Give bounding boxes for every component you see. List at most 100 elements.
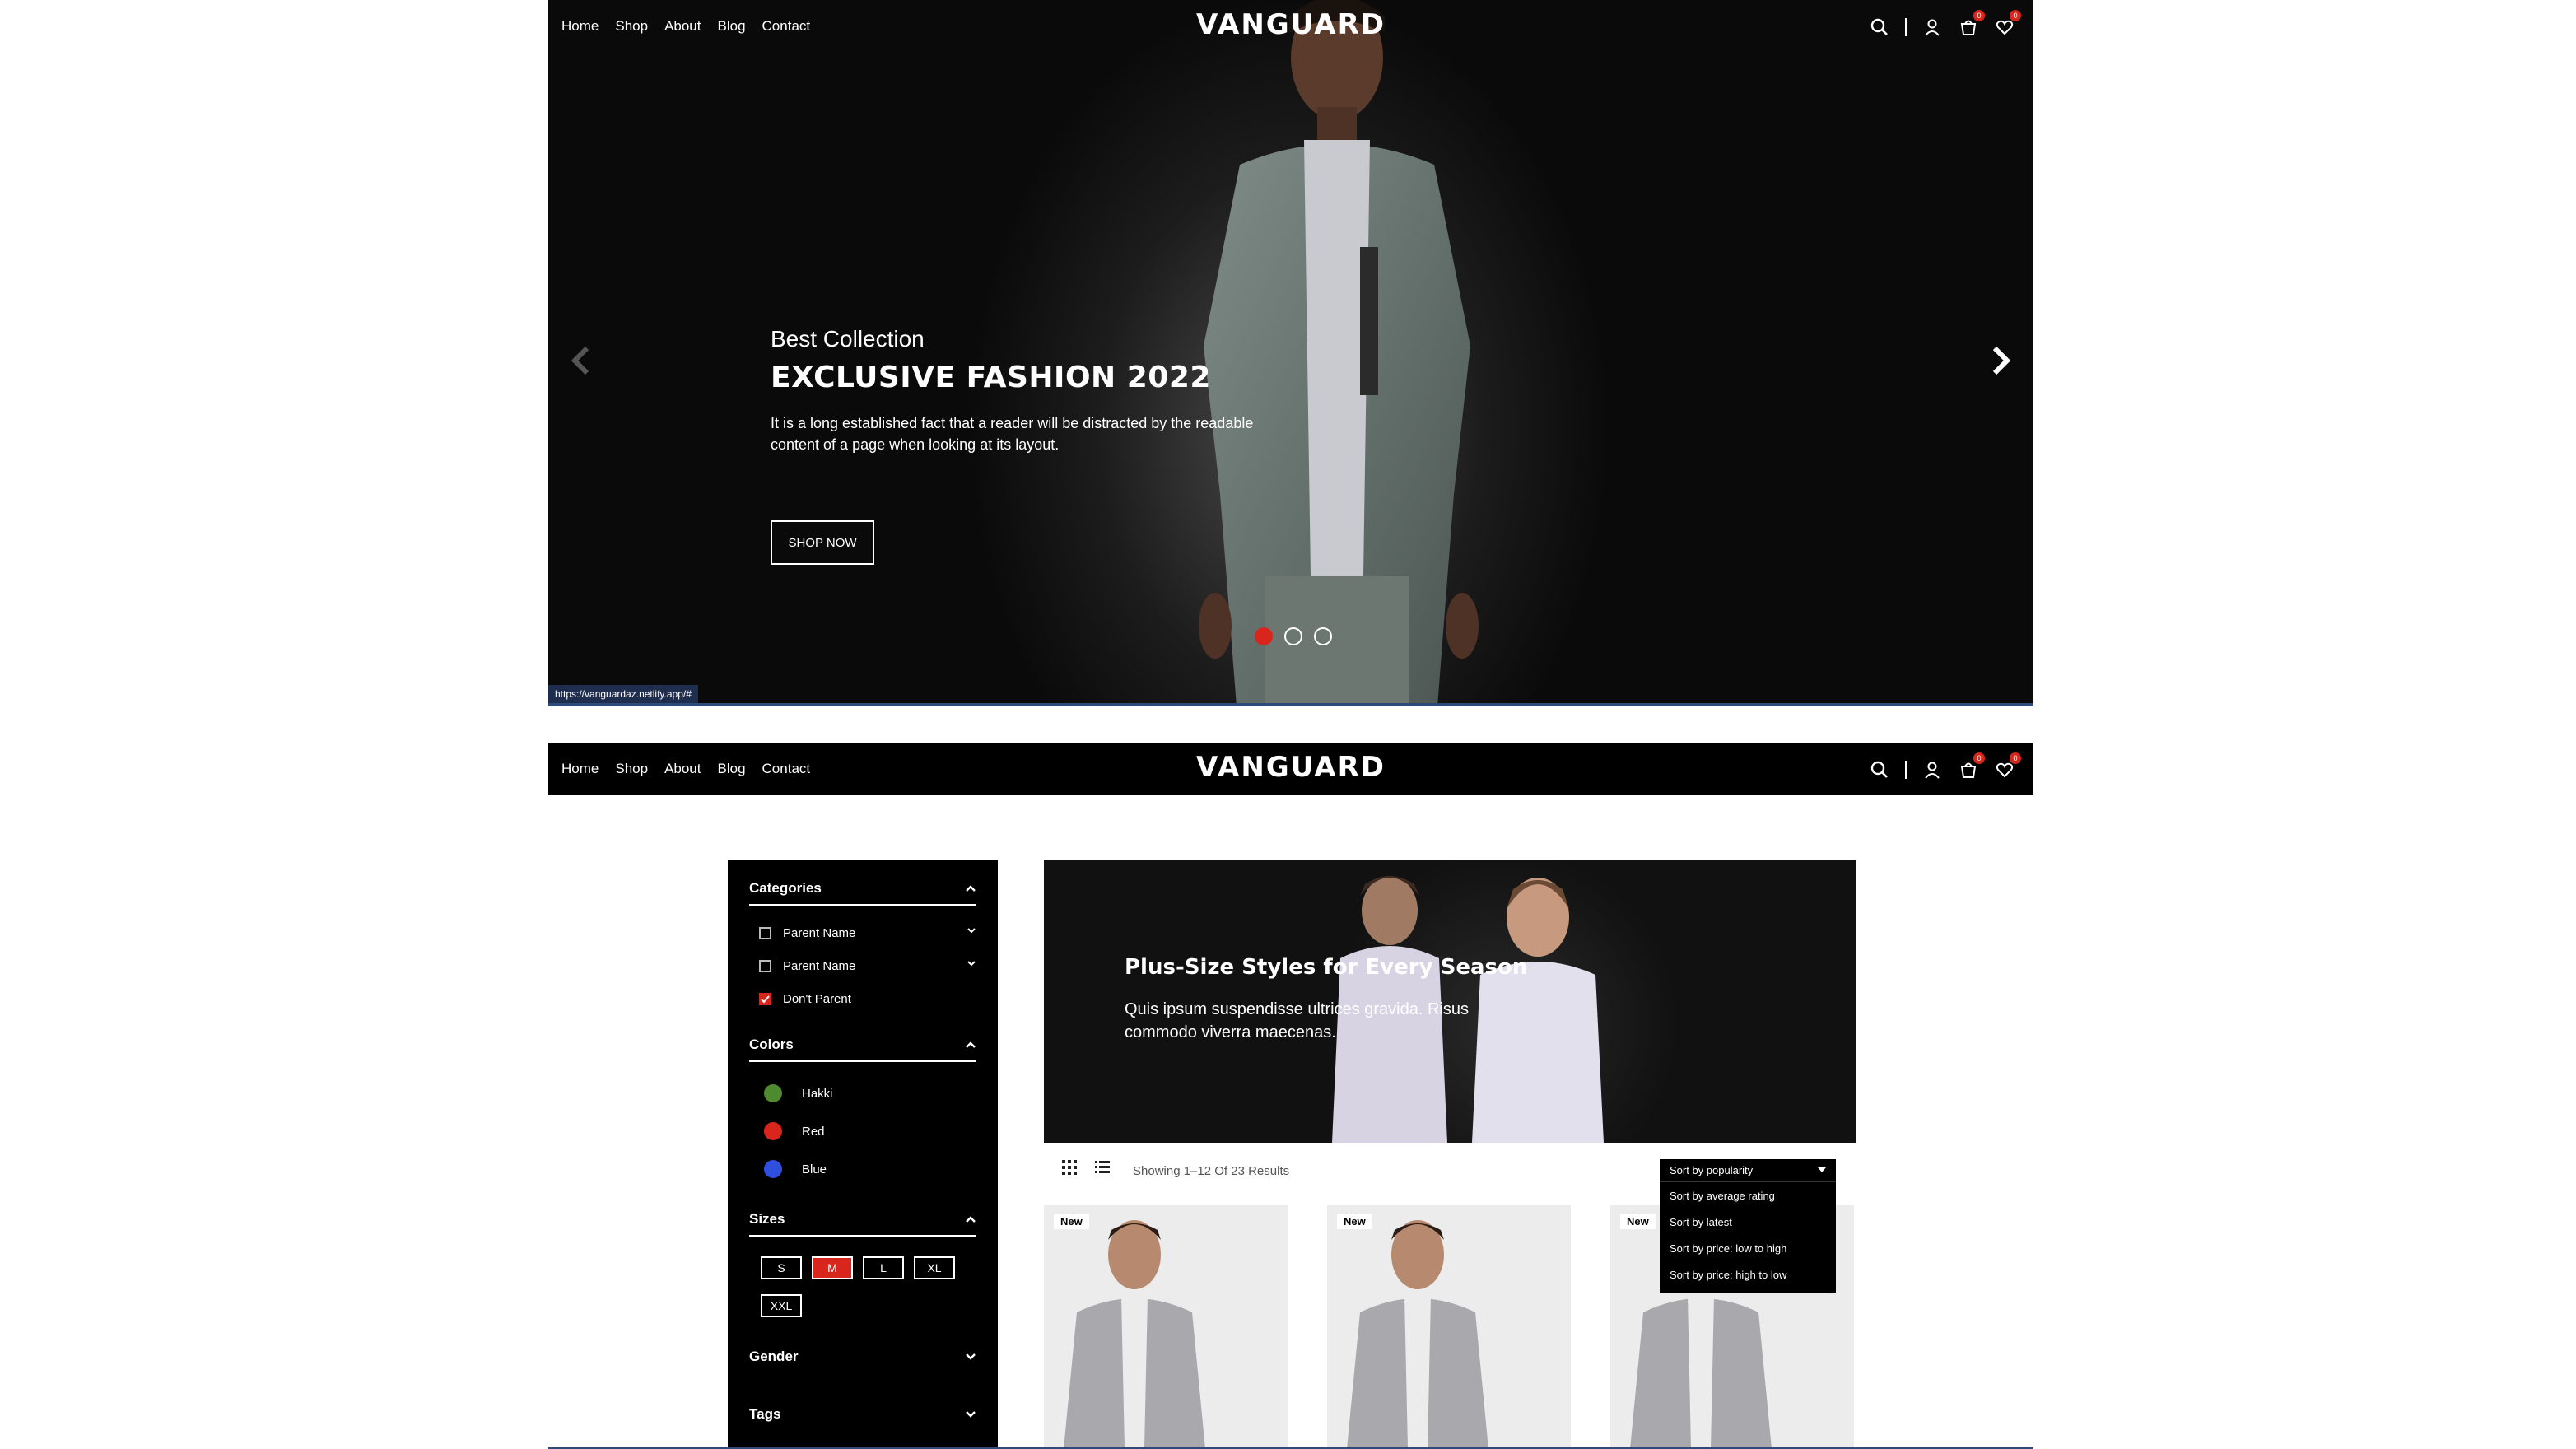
gender-header[interactable]: Gender (749, 1340, 976, 1373)
sort-option[interactable]: Sort by price: low to high (1660, 1235, 1836, 1261)
brand-logo[interactable]: VANGUARD (548, 751, 2033, 784)
next-slide-arrow[interactable] (1987, 344, 2015, 377)
filter-sidebar: Categories Parent Name Parent Name Don't… (728, 860, 998, 1449)
chevron-up-icon (966, 1216, 976, 1223)
size-m-selected[interactable]: M (812, 1256, 853, 1279)
category-item[interactable]: Parent Name (759, 957, 976, 975)
hero-description: It is a long established fact that a rea… (771, 415, 1254, 453)
category-label: Parent Name (783, 958, 856, 973)
sort-option[interactable]: Sort by average rating (1660, 1182, 1836, 1209)
cart-icon[interactable]: 0 (1958, 752, 1985, 780)
size-xxl[interactable]: XXL (761, 1294, 802, 1317)
chevron-down-icon (966, 1353, 976, 1360)
frame-divider (548, 703, 2033, 706)
color-label: Red (802, 1124, 825, 1139)
slider-dot-2[interactable] (1284, 627, 1302, 645)
wishlist-count-badge: 0 (2010, 752, 2021, 764)
shop-section: Home Shop About Blog Contact VANGUARD 0 … (548, 743, 2033, 1449)
product-card[interactable]: New (1044, 1205, 1288, 1449)
status-url: https://vanguardaz.netlify.app/# (548, 685, 698, 703)
color-swatch[interactable] (764, 1160, 782, 1178)
color-option-hakki[interactable]: Hakki (764, 1083, 833, 1103)
heart-icon[interactable]: 0 (1994, 752, 2021, 780)
list-view-icon[interactable] (1090, 1155, 1115, 1180)
sizes-header[interactable]: Sizes (749, 1204, 976, 1237)
slider-dot-3[interactable] (1314, 627, 1332, 645)
color-label: Hakki (802, 1086, 833, 1101)
colors-header[interactable]: Colors (749, 1029, 976, 1062)
banner-description: Quis ipsum suspendisse ultrices gravida.… (1125, 1000, 1469, 1041)
size-s[interactable]: S (761, 1256, 802, 1279)
header-icons: 0 0 (1869, 752, 2021, 782)
category-checkbox[interactable] (759, 959, 771, 972)
category-label: Parent Name (783, 925, 856, 940)
chevron-down-icon[interactable] (967, 959, 976, 967)
shop-now-button[interactable]: SHOP NOW (771, 520, 874, 565)
sort-option[interactable]: Sort by price: high to low (1660, 1261, 1836, 1288)
view-toggle (1057, 1154, 1115, 1181)
product-image[interactable] (1044, 1205, 1288, 1449)
color-option-red[interactable]: Red (764, 1121, 825, 1141)
wishlist-count-badge: 0 (2010, 10, 2021, 21)
colors-section: Colors (749, 1029, 976, 1062)
grid-view-icon[interactable] (1057, 1155, 1082, 1180)
search-icon[interactable] (1869, 759, 1890, 780)
header-icons: 0 0 (1869, 10, 2021, 40)
chevron-down-icon[interactable] (967, 926, 976, 934)
new-badge: New (1337, 1214, 1372, 1229)
header-divider (1905, 761, 1907, 779)
heart-icon[interactable]: 0 (1994, 10, 2021, 38)
colors-title: Colors (749, 1037, 794, 1052)
new-badge: New (1620, 1214, 1656, 1229)
size-xl[interactable]: XL (914, 1256, 955, 1279)
promo-banner: Plus-Size Styles for Every Season Quis i… (1044, 860, 1856, 1143)
hero-title: EXCLUSIVE FASHION 2022 (771, 361, 1211, 394)
hero-content: Best Collection EXCLUSIVE FASHION 2022 I… (771, 326, 1281, 455)
cart-icon[interactable]: 0 (1958, 10, 1985, 38)
product-image[interactable] (1327, 1205, 1571, 1449)
banner-title: Plus-Size Styles for Every Season (1125, 955, 1528, 980)
sort-selected-label: Sort by popularity (1670, 1164, 1754, 1176)
chevron-up-icon (966, 1041, 976, 1048)
slider-dots (1255, 627, 1332, 645)
tags-section: Tags (749, 1398, 976, 1431)
results-count: Showing 1–12 Of 23 Results (1133, 1164, 1290, 1178)
caret-down-icon (1818, 1167, 1826, 1172)
hero-section: Home Shop About Blog Contact VANGUARD 0 … (548, 0, 2033, 706)
sort-dropdown[interactable]: Sort by popularity Sort by average ratin… (1660, 1159, 1836, 1293)
prev-slide-arrow[interactable] (566, 344, 594, 377)
user-icon[interactable] (1922, 16, 1943, 38)
category-item[interactable]: Don't Parent (759, 990, 976, 1008)
categories-section: Categories (749, 873, 976, 906)
color-option-blue[interactable]: Blue (764, 1159, 827, 1179)
size-l[interactable]: L (863, 1256, 904, 1279)
gender-section: Gender (749, 1340, 976, 1373)
search-icon[interactable] (1869, 16, 1890, 38)
category-checkbox[interactable] (759, 926, 771, 939)
top-header: Home Shop About Blog Contact VANGUARD 0 … (548, 0, 2033, 53)
sort-selected[interactable]: Sort by popularity (1660, 1159, 1836, 1182)
category-label: Don't Parent (783, 991, 851, 1006)
user-icon[interactable] (1922, 759, 1943, 780)
brand-logo[interactable]: VANGUARD (548, 8, 2033, 41)
hero-subtitle: Best Collection (771, 326, 925, 352)
sizes-section: Sizes (749, 1204, 976, 1237)
product-card[interactable]: New (1327, 1205, 1571, 1449)
chevron-down-icon (966, 1411, 976, 1418)
tags-title: Tags (749, 1406, 781, 1422)
color-label: Blue (802, 1162, 827, 1176)
categories-header[interactable]: Categories (749, 873, 976, 906)
sizes-title: Sizes (749, 1211, 785, 1227)
categories-title: Categories (749, 880, 822, 896)
cart-count-badge: 0 (1973, 752, 1985, 764)
sort-option[interactable]: Sort by latest (1660, 1209, 1836, 1235)
color-swatch[interactable] (764, 1122, 782, 1140)
category-checkbox-checked[interactable] (759, 992, 771, 1005)
category-item[interactable]: Parent Name (759, 924, 976, 942)
color-swatch[interactable] (764, 1084, 782, 1102)
header-divider (1905, 18, 1907, 36)
cart-count-badge: 0 (1973, 10, 1985, 21)
slider-dot-1[interactable] (1255, 627, 1273, 645)
tags-header[interactable]: Tags (749, 1398, 976, 1431)
gender-title: Gender (749, 1349, 799, 1364)
